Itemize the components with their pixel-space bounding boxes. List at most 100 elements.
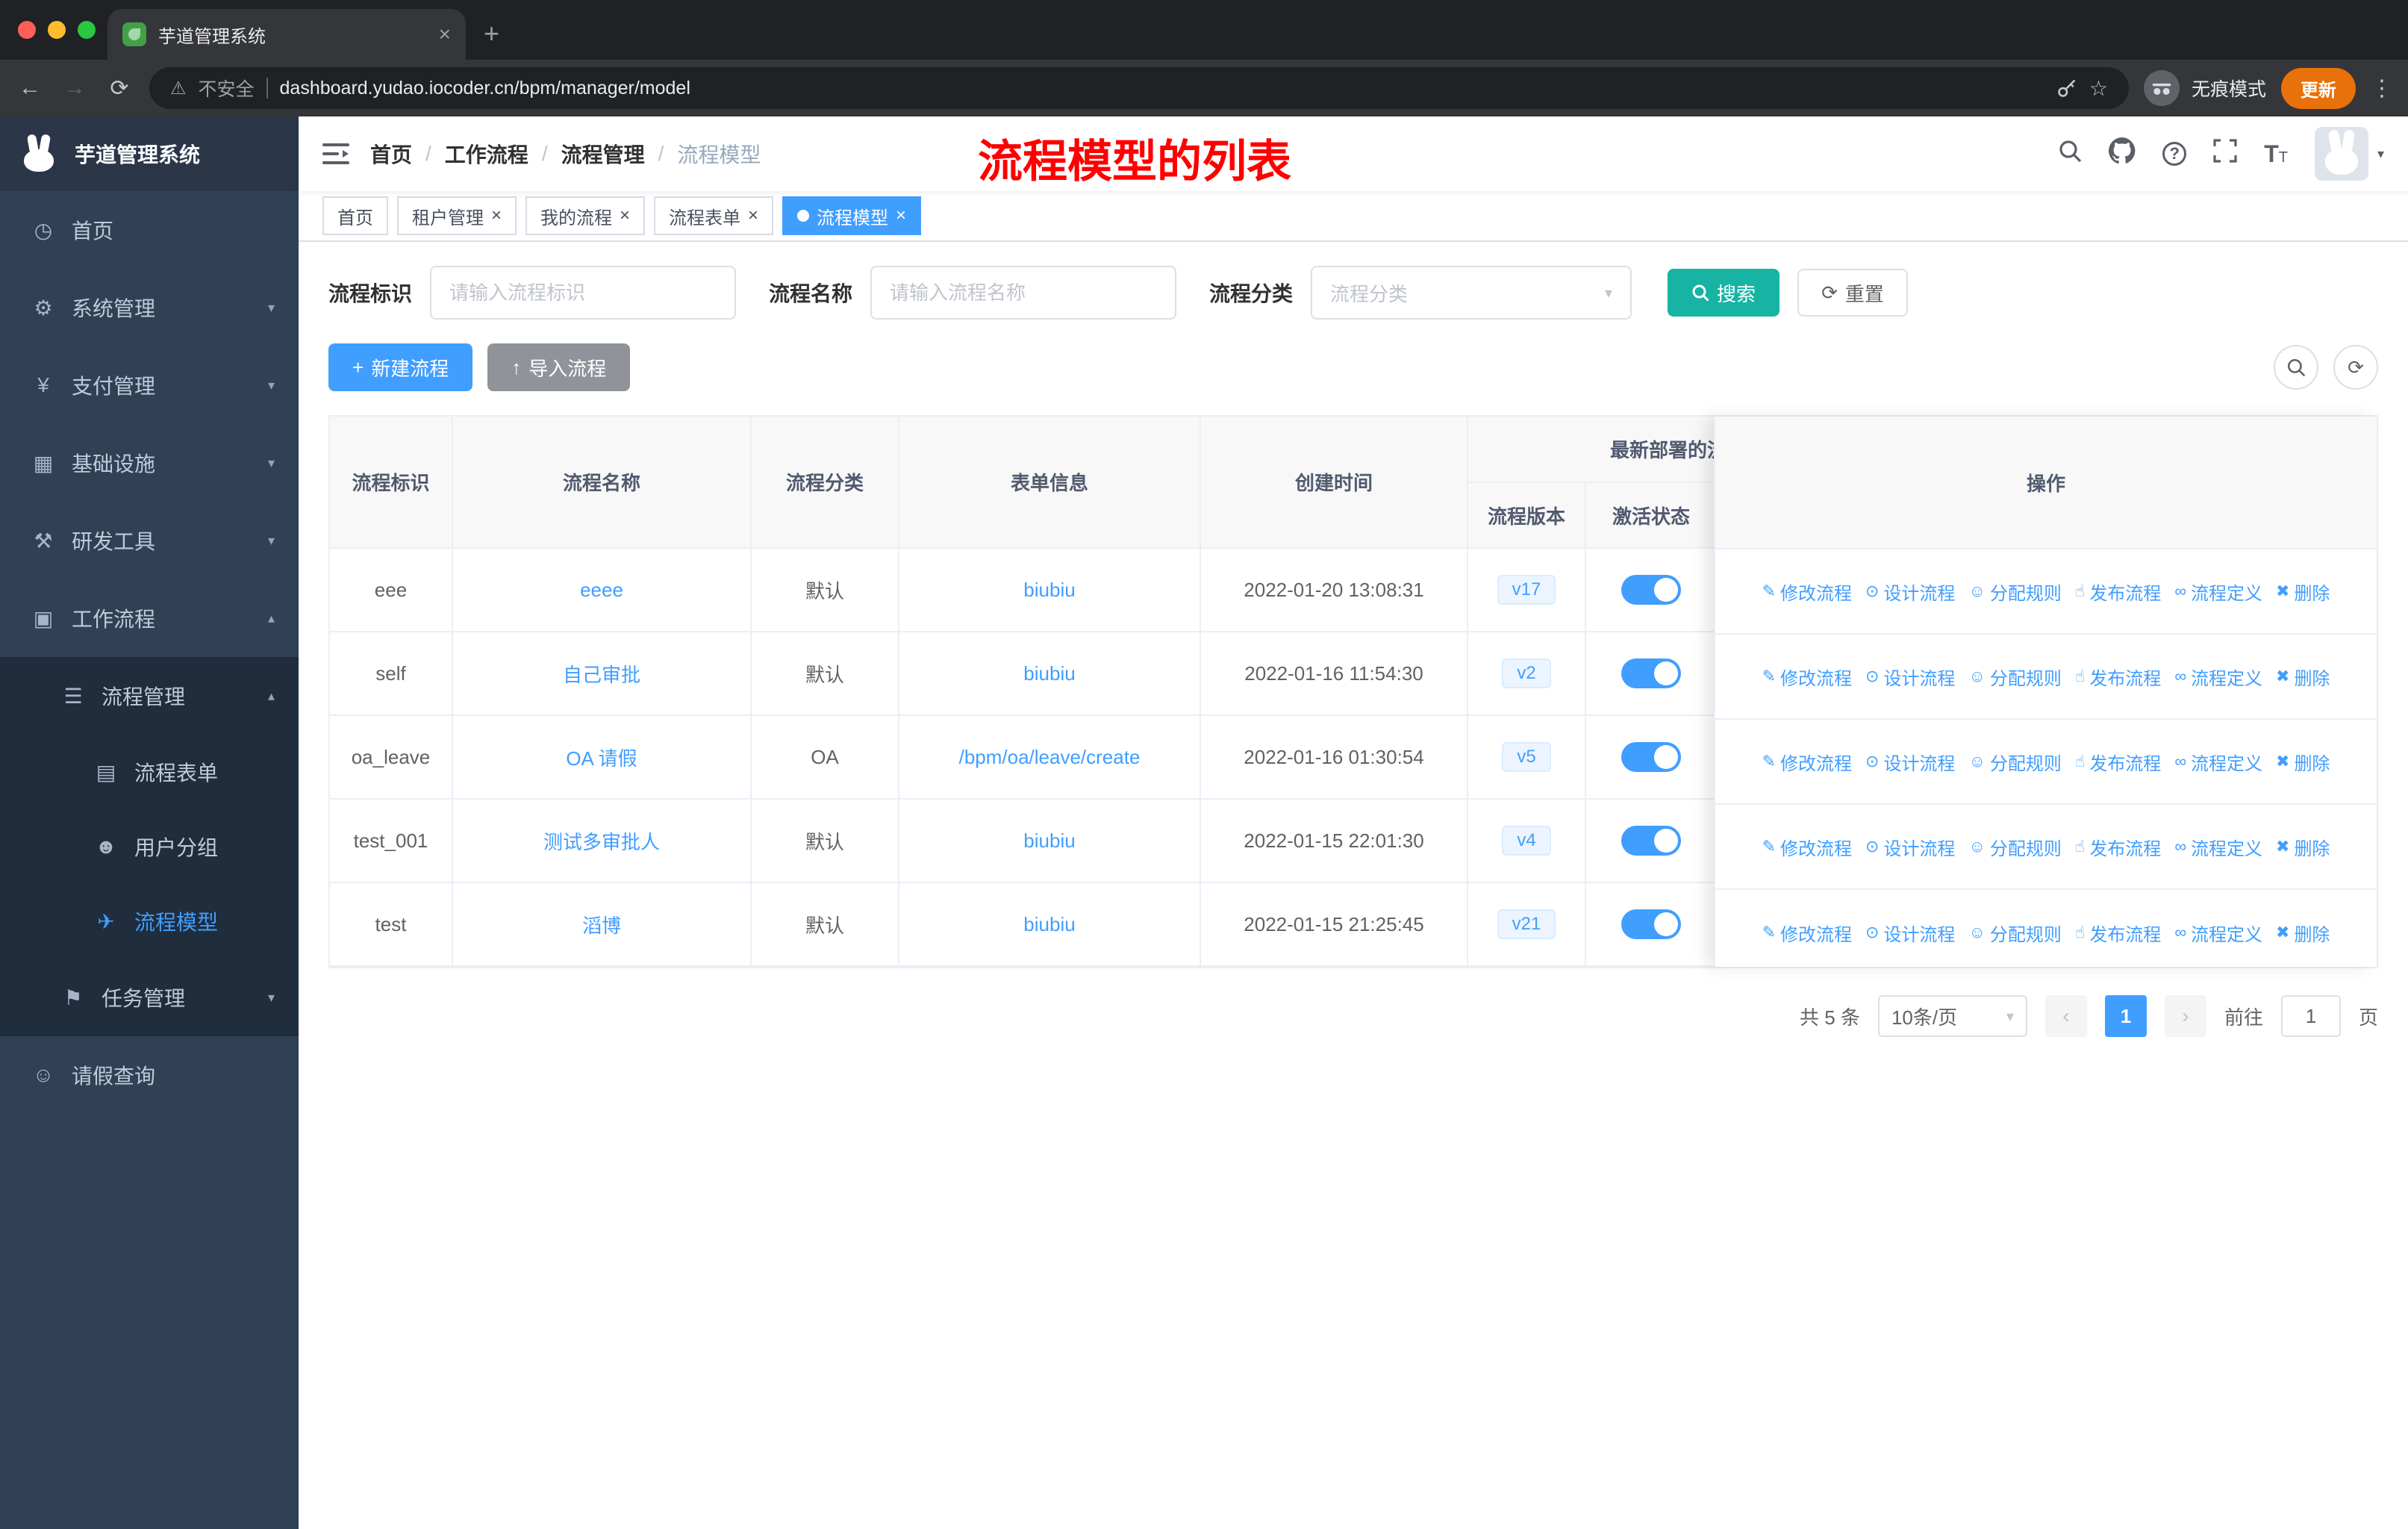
form-info-link[interactable]: biubiu (899, 882, 1201, 967)
sidebar-item-process-form[interactable]: ▤ 流程表单 (0, 735, 299, 809)
fullscreen-icon[interactable] (2213, 139, 2237, 169)
chrome-update-button[interactable]: 更新 (2281, 67, 2356, 109)
font-size-icon[interactable]: TT (2264, 140, 2288, 168)
publish-process-link[interactable]: ☝ 发布流程 (2075, 579, 2161, 605)
password-key-icon[interactable] (2056, 78, 2077, 99)
active-switch[interactable] (1621, 658, 1681, 688)
next-page-button[interactable]: › (2164, 995, 2206, 1037)
new-tab-button[interactable]: + (484, 18, 499, 49)
modify-process-link[interactable]: ✎ 修改流程 (1762, 834, 1852, 860)
tag-process-model[interactable]: 流程模型 × (782, 196, 922, 235)
window-minimize-button[interactable] (48, 21, 66, 39)
publish-process-link[interactable]: ☝ 发布流程 (2075, 664, 2161, 690)
process-id-input[interactable] (430, 266, 737, 320)
process-name-link[interactable]: OA 请假 (452, 715, 752, 800)
tag-home[interactable]: 首页 (322, 196, 388, 235)
delete-process-link[interactable]: ✖ 删除 (2276, 834, 2330, 860)
sidebar-item-task-management[interactable]: ⚑ 任务管理 ▾ (0, 959, 299, 1036)
process-category-select[interactable]: 流程分类 ▾ (1311, 266, 1632, 320)
process-name-link[interactable]: 自己审批 (452, 632, 752, 716)
assign-rule-link[interactable]: ☺ 分配规则 (1968, 749, 2061, 775)
sidebar-item-process-management[interactable]: ☰ 流程管理 ▴ (0, 657, 299, 735)
process-name-link[interactable]: 滔博 (452, 882, 752, 967)
reload-icon[interactable]: ⟳ (105, 75, 134, 102)
process-name-link[interactable]: 测试多审批人 (452, 799, 752, 883)
breadcrumb-process-management[interactable]: 流程管理 (561, 139, 645, 169)
delete-process-link[interactable]: ✖ 删除 (2276, 749, 2330, 775)
assign-rule-link[interactable]: ☺ 分配规则 (1968, 664, 2061, 690)
forward-icon[interactable]: → (60, 75, 90, 101)
browser-tab[interactable]: 芋道管理系统 × (107, 9, 466, 60)
form-info-link[interactable]: biubiu (899, 632, 1201, 716)
address-bar[interactable]: ⚠ 不安全 dashboard.yudao.iocoder.cn/bpm/man… (149, 67, 2129, 109)
modify-process-link[interactable]: ✎ 修改流程 (1762, 579, 1852, 605)
publish-process-link[interactable]: ☝ 发布流程 (2075, 834, 2161, 860)
design-process-link[interactable]: ⊙ 设计流程 (1865, 834, 1955, 860)
sidebar-item-infrastructure[interactable]: ▦ 基础设施 ▾ (0, 424, 299, 502)
sidebar-item-payment[interactable]: ¥ 支付管理 ▾ (0, 346, 299, 424)
sidebar-item-leave-query[interactable]: ☺ 请假查询 (0, 1036, 299, 1114)
create-process-button[interactable]: + 新建流程 (328, 343, 473, 391)
modify-process-link[interactable]: ✎ 修改流程 (1762, 664, 1852, 690)
modify-process-link[interactable]: ✎ 修改流程 (1762, 920, 1852, 946)
sidebar-item-system[interactable]: ⚙ 系统管理 ▾ (0, 269, 299, 346)
search-icon[interactable] (2058, 139, 2082, 169)
active-switch[interactable] (1621, 909, 1681, 939)
active-switch[interactable] (1621, 826, 1681, 856)
process-definition-link[interactable]: ∞ 流程定义 (2174, 920, 2262, 946)
form-info-link[interactable]: biubiu (899, 799, 1201, 883)
assign-rule-link[interactable]: ☺ 分配规则 (1968, 834, 2061, 860)
tag-close-icon[interactable]: × (896, 205, 906, 226)
delete-process-link[interactable]: ✖ 删除 (2276, 920, 2330, 946)
search-button[interactable]: 搜索 (1668, 269, 1780, 317)
form-info-link[interactable]: biubiu (899, 548, 1201, 632)
design-process-link[interactable]: ⊙ 设计流程 (1865, 579, 1955, 605)
window-close-button[interactable] (18, 21, 36, 39)
form-info-link[interactable]: /bpm/oa/leave/create (899, 715, 1201, 800)
page-size-select[interactable]: 10条/页 ▾ (1877, 995, 2027, 1037)
modify-process-link[interactable]: ✎ 修改流程 (1762, 749, 1852, 775)
publish-process-link[interactable]: ☝ 发布流程 (2075, 920, 2161, 946)
breadcrumb-home[interactable]: 首页 (370, 139, 412, 169)
assign-rule-link[interactable]: ☺ 分配规则 (1968, 920, 2061, 946)
process-definition-link[interactable]: ∞ 流程定义 (2174, 579, 2262, 605)
process-definition-link[interactable]: ∞ 流程定义 (2174, 749, 2262, 775)
tag-close-icon[interactable]: × (491, 205, 502, 226)
user-avatar[interactable]: ▾ (2314, 127, 2384, 181)
design-process-link[interactable]: ⊙ 设计流程 (1865, 664, 1955, 690)
tab-close-icon[interactable]: × (439, 22, 451, 46)
tag-process-form[interactable]: 流程表单 × (654, 196, 774, 235)
process-name-input[interactable] (870, 266, 1177, 320)
tag-close-icon[interactable]: × (748, 205, 758, 226)
browser-menu-icon[interactable]: ⋮ (2371, 75, 2393, 102)
active-switch[interactable] (1621, 742, 1681, 772)
current-page-button[interactable]: 1 (2104, 995, 2147, 1037)
help-icon[interactable]: ? (2162, 142, 2187, 166)
toggle-search-button[interactable] (2274, 345, 2318, 390)
process-definition-link[interactable]: ∞ 流程定义 (2174, 664, 2262, 690)
sidebar-item-process-model[interactable]: ✈ 流程模型 (0, 884, 299, 959)
sidebar-item-user-group[interactable]: ☻ 用户分组 (0, 809, 299, 884)
tag-close-icon[interactable]: × (620, 205, 630, 226)
breadcrumb-workflow[interactable]: 工作流程 (445, 139, 528, 169)
bookmark-star-icon[interactable]: ☆ (2089, 76, 2108, 101)
prev-page-button[interactable]: ‹ (2044, 995, 2087, 1037)
process-definition-link[interactable]: ∞ 流程定义 (2174, 834, 2262, 860)
design-process-link[interactable]: ⊙ 设计流程 (1865, 920, 1955, 946)
window-zoom-button[interactable] (78, 21, 96, 39)
goto-page-input[interactable] (2280, 995, 2341, 1037)
sidebar-item-home[interactable]: ◷ 首页 (0, 191, 299, 269)
design-process-link[interactable]: ⊙ 设计流程 (1865, 749, 1955, 775)
delete-process-link[interactable]: ✖ 删除 (2276, 664, 2330, 690)
reset-button[interactable]: ⟳ 重置 (1797, 269, 1908, 317)
sidebar-item-workflow[interactable]: ▣ 工作流程 ▴ (0, 579, 299, 657)
publish-process-link[interactable]: ☝ 发布流程 (2075, 749, 2161, 775)
active-switch[interactable] (1621, 575, 1681, 605)
github-icon[interactable] (2109, 137, 2136, 170)
assign-rule-link[interactable]: ☺ 分配规则 (1968, 579, 2061, 605)
delete-process-link[interactable]: ✖ 删除 (2276, 579, 2330, 605)
import-process-button[interactable]: ↑ 导入流程 (487, 343, 631, 391)
tag-tenant-management[interactable]: 租户管理 × (397, 196, 517, 235)
sidebar-logo[interactable]: 芋道管理系统 (0, 116, 299, 191)
sidebar-item-devtools[interactable]: ⚒ 研发工具 ▾ (0, 502, 299, 579)
